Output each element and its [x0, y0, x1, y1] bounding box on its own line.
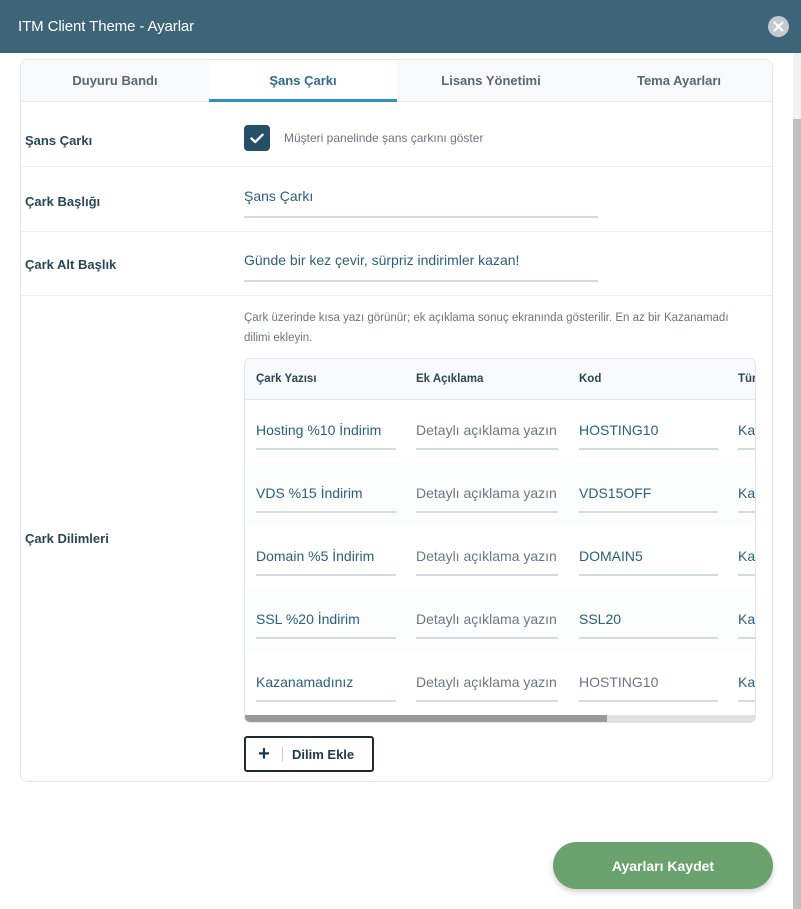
vertical-scrollbar[interactable] — [793, 53, 801, 909]
subtitle-label: Çark Alt Başlık — [25, 257, 117, 272]
row-title: Çark Başlığı Şans Çarkı — [21, 167, 772, 232]
slice-text-input[interactable]: Domain %5 İndirim — [256, 548, 396, 576]
tab-bar: Duyuru Bandı Şans Çarkı Lisans Yönetimi … — [21, 60, 772, 102]
plus-icon: + — [258, 743, 270, 765]
slice-type-select[interactable]: Kazanamadı — [738, 674, 755, 702]
tab-tema-ayarlari[interactable]: Tema Ayarları — [585, 60, 772, 101]
slice-text-input[interactable]: SSL %20 İndirim — [256, 611, 396, 639]
col-tur: Tür — [738, 373, 756, 385]
enable-checkbox[interactable] — [244, 125, 270, 151]
table-row: Kazanamadınız Detaylı açıklama yazın HOS… — [245, 652, 755, 715]
slice-code-input[interactable]: HOSTING10 — [579, 674, 718, 702]
slice-desc-input[interactable]: Detaylı açıklama yazın — [416, 674, 558, 702]
checkmark-icon — [250, 133, 264, 143]
subtitle-input[interactable]: Günde bir kez çevir, sürpriz indirimler … — [244, 252, 598, 282]
settings-modal: ITM Client Theme - Ayarlar Duyuru Bandı … — [0, 0, 801, 909]
col-ek-aciklama: Ek Açıklama — [416, 373, 484, 385]
slice-type-select[interactable]: Kazanç — [738, 548, 755, 576]
row-enable: Şans Çarkı Müşteri panelinde şans çarkın… — [21, 102, 772, 167]
slice-desc-input[interactable]: Detaylı açıklama yazın — [416, 611, 558, 639]
enable-label: Şans Çarkı — [25, 133, 93, 148]
settings-panel: Duyuru Bandı Şans Çarkı Lisans Yönetimi … — [20, 59, 773, 782]
slices-table: Çark Yazısı Ek Açıklama Kod Tür Hosting … — [244, 358, 756, 723]
slice-type-select[interactable]: Kazanç — [738, 422, 755, 450]
modal-header: ITM Client Theme - Ayarlar — [0, 0, 801, 53]
table-row: VDS %15 İndirim Detaylı açıklama yazın V… — [245, 463, 755, 526]
table-header: Çark Yazısı Ek Açıklama Kod Tür — [245, 359, 756, 400]
slice-desc-input[interactable]: Detaylı açıklama yazın — [416, 422, 558, 450]
save-settings-button[interactable]: Ayarları Kaydet — [553, 842, 773, 889]
tab-sans-carki[interactable]: Şans Çarkı — [209, 60, 397, 102]
col-kod: Kod — [579, 373, 602, 385]
table-horizontal-scrollbar[interactable] — [245, 715, 755, 722]
table-row: SSL %20 İndirim Detaylı açıklama yazın S… — [245, 589, 755, 652]
scrollbar-thumb[interactable] — [793, 119, 801, 909]
tab-duyuru-bandi[interactable]: Duyuru Bandı — [21, 60, 209, 101]
row-subtitle: Çark Alt Başlık Günde bir kez çevir, sür… — [21, 232, 772, 296]
col-cark-yazisi: Çark Yazısı — [256, 373, 317, 385]
slices-hint: Çark üzerinde kısa yazı görünür; ek açık… — [244, 312, 729, 344]
title-input[interactable]: Şans Çarkı — [244, 188, 598, 218]
table-row: Domain %5 İndirim Detaylı açıklama yazın… — [245, 526, 755, 589]
slice-desc-input[interactable]: Detaylı açıklama yazın — [416, 548, 558, 576]
close-button[interactable] — [768, 16, 789, 37]
title-label: Çark Başlığı — [25, 194, 101, 209]
slice-code-input[interactable]: SSL20 — [579, 611, 718, 639]
slice-desc-input[interactable]: Detaylı açıklama yazın — [416, 485, 558, 513]
enable-checkbox-text: Müşteri panelinde şans çarkını göster — [284, 131, 484, 145]
add-slice-button[interactable]: + Dilim Ekle — [244, 736, 374, 772]
slice-type-select[interactable]: Kazanç — [738, 611, 755, 639]
slice-code-input[interactable]: HOSTING10 — [579, 422, 718, 450]
slice-text-input[interactable]: Kazanamadınız — [256, 674, 396, 702]
slice-code-input[interactable]: VDS15OFF — [579, 485, 718, 513]
add-slice-label: Dilim Ekle — [292, 746, 355, 762]
close-icon — [773, 21, 784, 32]
row-slices: Çark Dilimleri Çark üzerinde kısa yazı g… — [21, 296, 772, 781]
modal-title: ITM Client Theme - Ayarlar — [18, 18, 195, 35]
table-scrollbar-thumb[interactable] — [245, 715, 607, 722]
tab-lisans-yonetimi[interactable]: Lisans Yönetimi — [397, 60, 585, 101]
slice-type-select[interactable]: Kazanç — [738, 485, 755, 513]
slice-code-input[interactable]: DOMAIN5 — [579, 548, 718, 576]
slices-label: Çark Dilimleri — [25, 531, 109, 546]
slice-text-input[interactable]: Hosting %10 İndirim — [256, 422, 396, 450]
slice-text-input[interactable]: VDS %15 İndirim — [256, 485, 396, 513]
table-row: Hosting %10 İndirim Detaylı açıklama yaz… — [245, 400, 755, 463]
